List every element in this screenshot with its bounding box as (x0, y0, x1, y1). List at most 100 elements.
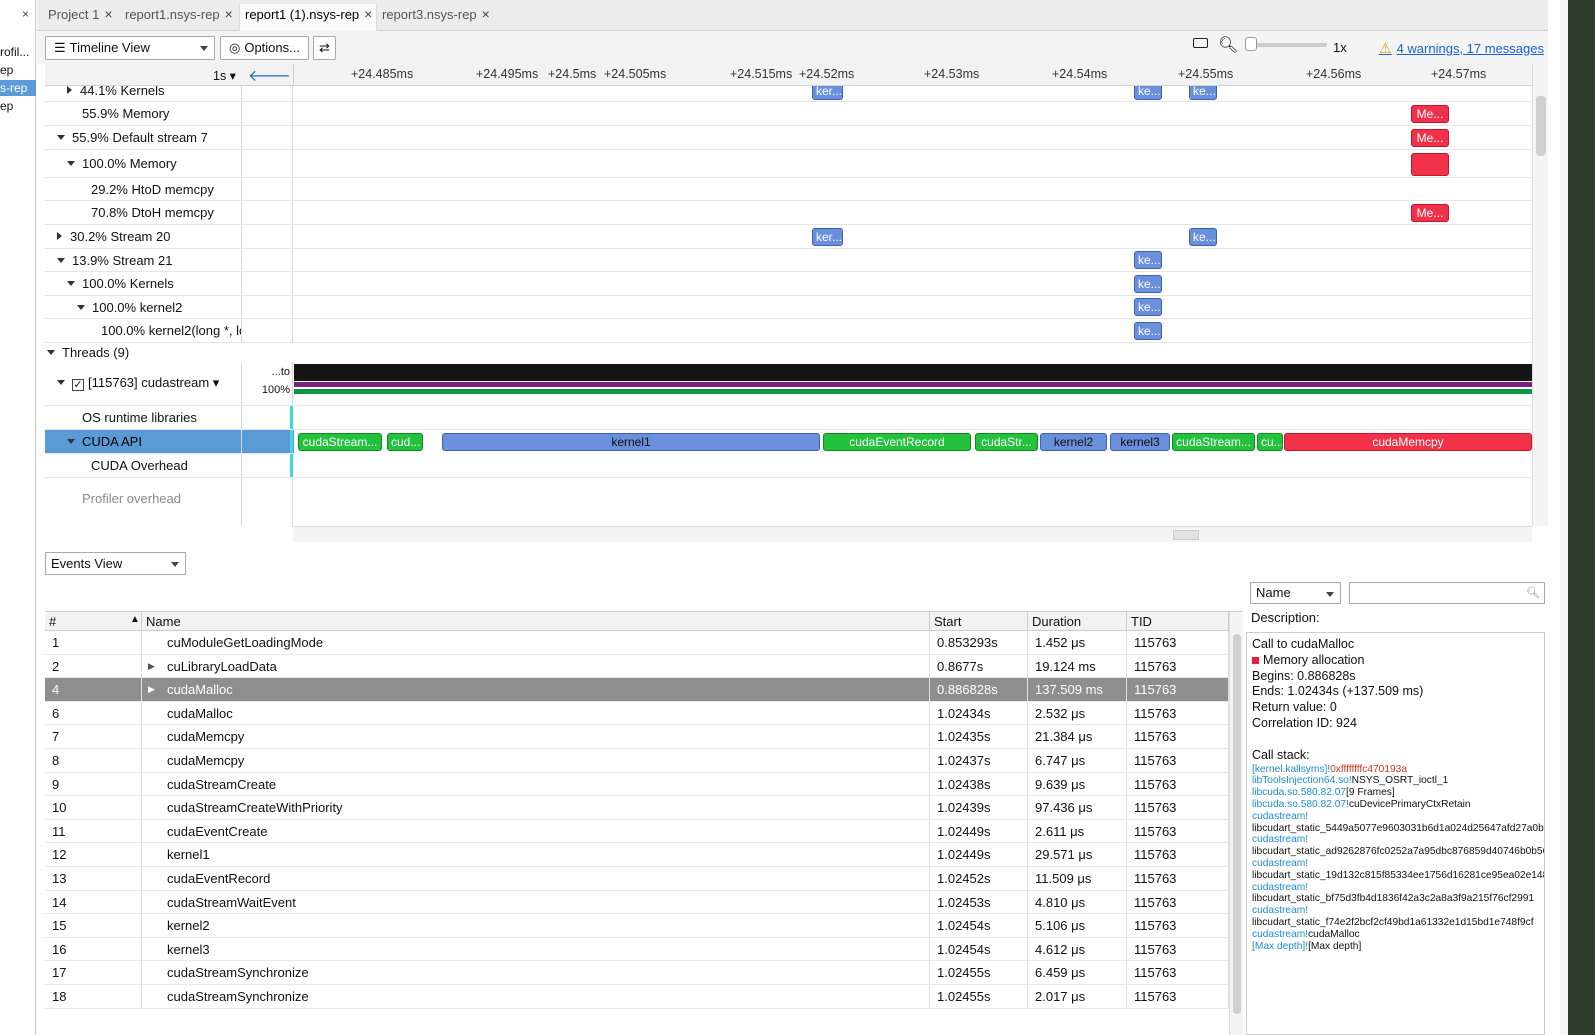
kernel-block[interactable]: ke... (1189, 86, 1217, 100)
stack-frame[interactable]: cudastream! (1252, 811, 1539, 823)
search-text[interactable] (1354, 584, 1524, 602)
timeline-row[interactable]: 100.0% Memory (45, 150, 1532, 178)
memory-block[interactable]: Me... (1411, 129, 1449, 147)
timeline-row[interactable]: 30.2% Stream 20 ker... ke... (45, 225, 1532, 249)
timeline-row[interactable]: OS runtime libraries (45, 406, 1532, 430)
memory-block[interactable] (1411, 153, 1449, 176)
timeline-row-selected[interactable]: CUDA API cudaStream... cud... kernel1 cu… (45, 430, 1532, 454)
stack-frame[interactable]: libcuda.so.580.82.07!cuDevicePrimaryCtxR… (1252, 799, 1539, 811)
api-block[interactable]: cudaEventRecord (823, 433, 971, 451)
options-button[interactable]: ◎ Options... (220, 36, 309, 60)
scale-select[interactable]: 1s ▾ (213, 68, 236, 83)
api-block[interactable]: cud... (387, 433, 423, 451)
table-row[interactable]: 16 kernel3 1.02454s 4.612 μs 115763 (45, 937, 1229, 962)
api-block[interactable]: kernel1 (442, 433, 820, 451)
timeline-row[interactable]: 29.2% HtoD memcpy (45, 178, 1532, 201)
stack-frame[interactable]: libToolsInjection64.so!NSYS_OSRT_ioctl_1 (1252, 775, 1539, 787)
stack-frame[interactable]: libcudart_static_ad9262876fc0252a7a95dbc… (1252, 846, 1544, 858)
column-header[interactable]: Duration (1028, 612, 1127, 631)
stack-frame[interactable]: libcudart_static_5449a5077e9603031b6d1a0… (1252, 823, 1544, 835)
timeline-row[interactable]: Threads (9) (45, 343, 1532, 363)
table-row[interactable]: 10 cudaStreamCreateWithPriority 1.02439s 97… (45, 796, 1229, 820)
expand-icon[interactable] (57, 232, 62, 240)
sidebar-item-selected[interactable]: s-rep (0, 80, 36, 96)
tab-report1[interactable]: report1.nsys-rep × (125, 6, 233, 31)
kernel-block[interactable]: ker... (812, 86, 843, 100)
stack-frame[interactable]: cudastream! (1252, 858, 1539, 870)
table-row[interactable]: 7 cudaMemcpy 1.02435s 21.384 μs 115763 (45, 725, 1229, 749)
tab-report3[interactable]: report3.nsys-rep × (382, 6, 490, 31)
timeline-row[interactable]: 55.9% Memory Me... (45, 102, 1532, 126)
timeline-vertical-scrollbar[interactable] (1532, 64, 1548, 526)
api-block[interactable]: cu... (1257, 433, 1283, 451)
stack-frame[interactable]: [Max depth]![Max depth] (1252, 941, 1539, 953)
zoom-slider-thumb[interactable] (1245, 37, 1257, 51)
checkbox[interactable]: ✓ (72, 379, 84, 391)
timeline-row[interactable]: 55.9% Default stream 7 Me... (45, 126, 1532, 150)
events-view-select[interactable]: Events View (45, 552, 186, 575)
sidebar-item[interactable]: ep (0, 98, 36, 114)
collapse-icon[interactable] (47, 350, 55, 355)
zoom-slider[interactable] (1245, 37, 1327, 51)
close-icon[interactable]: × (104, 6, 112, 22)
collapse-icon[interactable] (57, 258, 65, 263)
table-row[interactable]: 2 ▶ cuLibraryLoadData 0.8677s 19.124 ms 11576… (45, 654, 1229, 679)
collapse-icon[interactable] (67, 281, 75, 286)
expand-icon[interactable]: ▶ (148, 655, 155, 678)
table-row[interactable]: 15 kernel2 1.02454s 5.106 μs 115763 (45, 914, 1229, 938)
stack-frame[interactable]: libcuda.so.580.82.07[9 Frames] (1252, 787, 1539, 799)
tab-report1-1[interactable]: report1 (1).nsys-rep × (239, 4, 378, 31)
api-block[interactable]: kernel3 (1110, 433, 1170, 451)
timeline-horizontal-scrollbar[interactable] (293, 526, 1532, 542)
table-row[interactable]: 11 cudaEventCreate 1.02449s 2.611 μs 115763 (45, 819, 1229, 844)
view-select[interactable]: ☰ Timeline View (45, 36, 215, 60)
api-block[interactable]: cudaMemcpy (1284, 433, 1532, 451)
table-row[interactable]: 14 cudaStreamWaitEvent 1.02453s 4.810 μs 115… (45, 890, 1229, 915)
timeline-row[interactable]: ✓ [115763] cudastream ▾ ...to 100% (45, 363, 1532, 406)
kernel-block[interactable]: ke... (1134, 251, 1162, 269)
timeline-row[interactable]: 70.8% DtoH memcpy Me... (45, 201, 1532, 225)
collapse-icon[interactable] (77, 305, 85, 310)
kernel-block[interactable]: ke... (1134, 275, 1162, 293)
timeline-row[interactable]: Profiler overhead (45, 478, 1532, 526)
swap-button[interactable]: ⇄ (313, 36, 336, 60)
stack-frame[interactable]: cudastream! (1252, 905, 1539, 917)
kernel-block[interactable]: ker... (812, 228, 843, 246)
column-header[interactable]: Start (930, 612, 1028, 631)
timeline-row[interactable]: 13.9% Stream 21 ke... (45, 249, 1532, 272)
stack-frame[interactable]: libcudart_static_bf75d3fb4d1836f42a3c2a8… (1252, 893, 1539, 905)
tab-project-1[interactable]: Project 1 × (48, 6, 113, 31)
column-header[interactable]: # (45, 612, 142, 631)
close-icon[interactable]: × (225, 6, 233, 22)
close-icon[interactable]: × (482, 6, 490, 22)
stack-frame[interactable]: libcudart_static_19d132c815f85334ee1756d… (1252, 870, 1544, 882)
sort-asc-icon[interactable]: ▲ (130, 614, 140, 625)
kernel-block[interactable]: ke... (1134, 298, 1162, 316)
api-block[interactable]: cudaStream... (298, 433, 382, 451)
kernel-block[interactable]: ke... (1189, 228, 1217, 246)
sidebar-close-icon[interactable]: × (22, 7, 29, 21)
filter-field-select[interactable]: Name (1250, 582, 1341, 604)
zoom-out-icon[interactable]: 🔍︎ (1218, 35, 1238, 55)
timeline-row[interactable]: 100.0% kernel2 ke... (45, 296, 1532, 319)
search-input[interactable]: 🔍︎ (1349, 582, 1545, 604)
api-block[interactable]: cudaStream... (1172, 433, 1255, 451)
table-row[interactable]: 12 kernel1 1.02449s 29.571 μs 115763 (45, 843, 1229, 867)
arrow-left-icon[interactable]: 🡐 (248, 65, 291, 86)
memory-block[interactable]: Me... (1411, 204, 1449, 222)
stack-frame[interactable]: [kernel.kallsyms]!0xffffffffc470193a (1252, 764, 1539, 776)
expand-icon[interactable]: ▶ (148, 678, 155, 701)
api-block[interactable]: kernel2 (1040, 433, 1107, 451)
collapse-icon[interactable] (57, 380, 65, 385)
stack-frame[interactable]: cudastream!cudaMalloc (1252, 929, 1539, 941)
keyboard-icon[interactable] (1193, 38, 1208, 48)
timeline-row[interactable]: 100.0% Kernels ke... (45, 272, 1532, 296)
api-block[interactable]: cudaStr... (975, 433, 1038, 451)
column-header[interactable]: TID (1127, 612, 1229, 631)
column-header[interactable]: Name (142, 612, 930, 631)
collapse-icon[interactable] (67, 161, 75, 166)
table-row[interactable]: 17 cudaStreamSynchronize 1.02455s 6.459 μs 1… (45, 961, 1229, 985)
kernel-block[interactable]: ke... (1134, 322, 1162, 340)
sidebar-item[interactable]: rofil... (0, 44, 36, 60)
timeline-row[interactable]: 100.0% kernel2(long *, lo ke... (45, 319, 1532, 343)
